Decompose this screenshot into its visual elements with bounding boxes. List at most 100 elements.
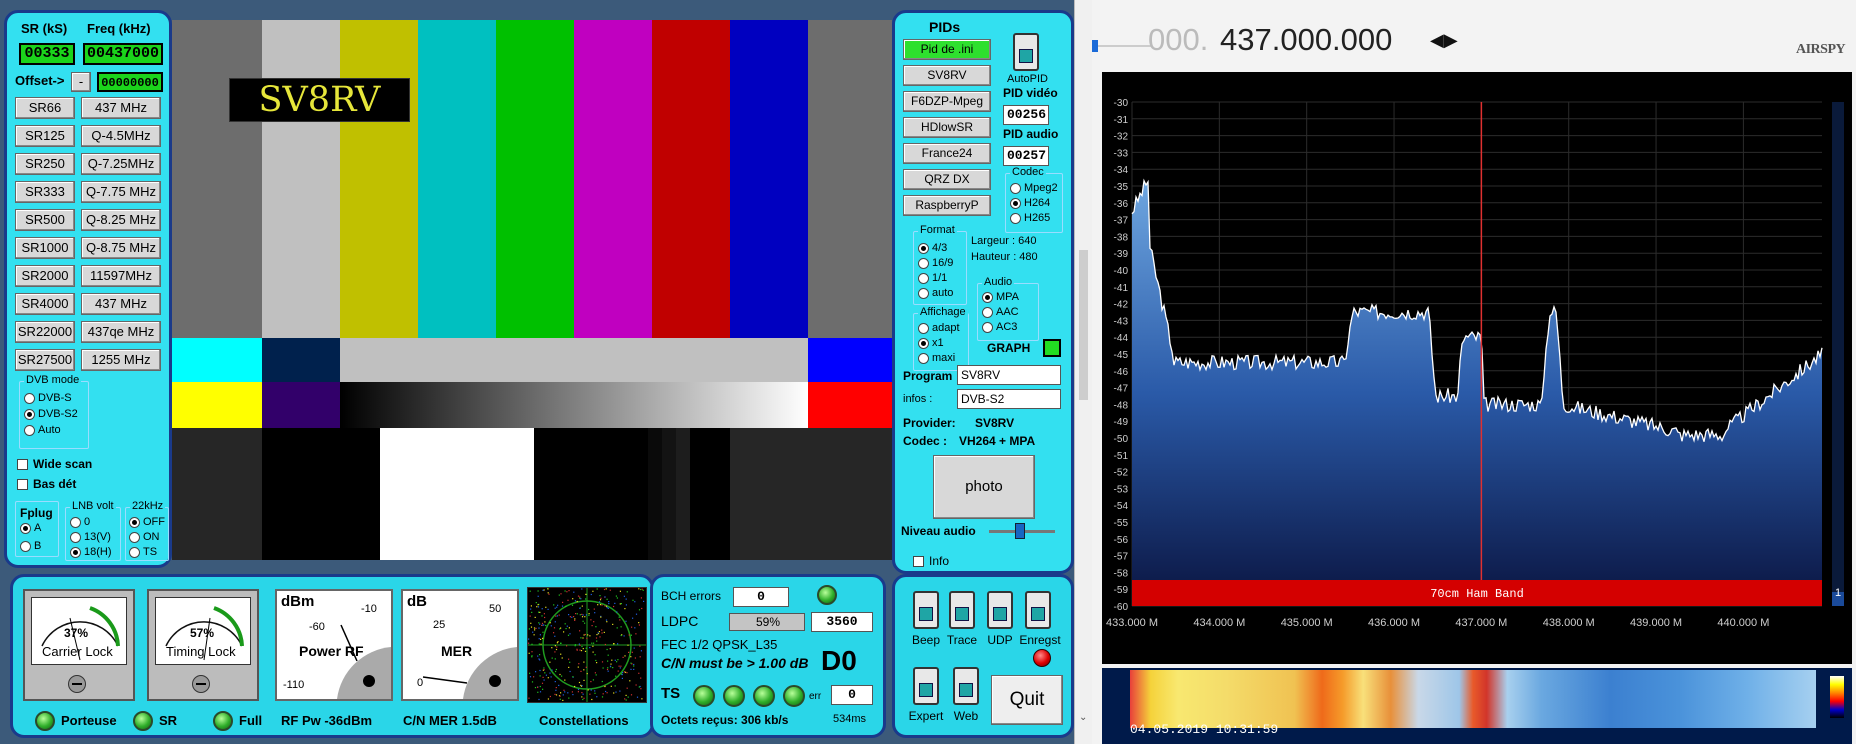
freq-preset-button[interactable]: 11597MHz [81,265,161,287]
enregst-switch[interactable] [1025,591,1051,629]
pids-title: PIDs [929,19,961,35]
radio-22khz-ts[interactable]: TS [129,546,157,558]
radio-codec-h265[interactable]: H265 [1010,212,1050,224]
scroll-down-icon[interactable]: ⌄ [1079,712,1087,723]
radio-audio-aac[interactable]: AAC [982,306,1019,318]
radio-codec-mpeg2[interactable]: Mpeg2 [1010,182,1058,194]
web-switch[interactable] [953,667,979,705]
graph-toggle[interactable] [1043,339,1061,357]
offset-value-field[interactable]: 00000000 [97,72,163,92]
info-checkbox[interactable]: Info [913,554,949,568]
quit-button[interactable]: Quit [991,675,1063,725]
radio-format-auto[interactable]: auto [918,287,953,299]
sr-preset-button[interactable]: SR125 [15,125,75,147]
radio-format-16-9[interactable]: 16/9 [918,257,953,269]
radio-audio-mpa[interactable]: MPA [982,291,1019,303]
tuner-panel: SR (kS) Freq (kHz) 00333 00437000 Offset… [4,10,172,568]
pid-preset-button[interactable]: SV8RV [903,65,991,86]
radio-dvb-auto[interactable]: Auto [24,424,61,436]
freq-preset-button[interactable]: 1255 MHz [81,349,161,371]
radio-22khz-on[interactable]: ON [129,531,160,543]
radio-affichage-maxi[interactable]: maxi [918,352,955,364]
record-led [1033,649,1051,667]
autopid-switch[interactable] [1013,33,1039,71]
photo-button[interactable]: photo [933,455,1035,519]
freq-preset-button[interactable]: 437 MHz [81,97,161,119]
pid-preset-button[interactable]: QRZ DX [903,169,991,190]
freq-preset-button[interactable]: Q-8.25 MHz [81,209,161,231]
bas-det-checkbox[interactable]: Bas dét [17,477,76,491]
sr-value-field[interactable]: 00333 [19,43,75,65]
trace-switch[interactable] [949,591,975,629]
offset-sign-button[interactable]: - [71,72,91,92]
freq-preset-button[interactable]: 437qe MHz [81,321,161,343]
y-tick-label: -43 [1114,316,1129,327]
freq-preset-button[interactable]: Q-4.5MHz [81,125,161,147]
radio-fplug-b[interactable]: B [20,540,41,552]
y-tick-label: -57 [1114,552,1129,563]
sr-preset-button[interactable]: SR2000 [15,265,75,287]
pid-preset-button[interactable]: France24 [903,143,991,164]
sr-preset-button[interactable]: SR500 [15,209,75,231]
expert-switch[interactable] [913,667,939,705]
sr-preset-button[interactable]: SR250 [15,153,75,175]
radio-dvb-s[interactable]: DVB-S [24,392,72,404]
pid-preset-button[interactable]: HDlowSR [903,117,991,138]
freq-preset-button[interactable]: Q-8.75 MHz [81,237,161,259]
timing-lock-knob[interactable] [192,675,210,693]
freq-value-field[interactable]: 00437000 [83,43,163,65]
pid-video-field[interactable]: 00256 [1003,105,1049,125]
freq-preset-button[interactable]: 437 MHz [81,293,161,315]
codec-title: Codec [1010,166,1046,178]
app-divider-scrollbar[interactable]: ⌄ [1074,0,1092,744]
pid-preset-button[interactable]: Pid de .ini [903,39,991,60]
freq-preset-button[interactable]: Q-7.25MHz [81,153,161,175]
waterfall-panel[interactable]: 04.05.2019 10:31:59 [1102,668,1852,744]
spectrum-scale-bar[interactable] [1832,102,1844,606]
pid-preset-button[interactable]: F6DZP-Mpeg [903,91,991,112]
radio-22khz-off[interactable]: OFF [129,516,165,528]
radio-dvb-s2[interactable]: DVB-S2 [24,408,78,420]
format-title: Format [918,224,957,236]
affichage-title: Affichage [918,306,968,318]
radio-affichage-adapt[interactable]: adapt [918,322,960,334]
sr-preset-button[interactable]: SR333 [15,181,75,203]
spectrum-plot[interactable]: -30 -31 -32 -33 -34 -35 -36 -37 -38 -39 -40 -41 -42 -… [1102,72,1852,664]
audio-level-slider[interactable] [1015,523,1025,539]
radio-lnb-0[interactable]: 0 [70,516,90,528]
radio-codec-h264[interactable]: H264 [1010,197,1050,209]
y-tick-label: -35 [1114,182,1129,193]
x-tick-label: 440.000 M [1717,617,1769,629]
pid-preset-button[interactable]: RaspberryP [903,195,991,216]
infos-field[interactable]: DVB-S2 [957,389,1061,409]
wide-scan-checkbox[interactable]: Wide scan [17,457,92,471]
carrier-lock-pct: 37% [64,626,89,640]
sr-preset-button[interactable]: SR66 [15,97,75,119]
porteuse-label: Porteuse [61,713,117,728]
radio-format-1-1[interactable]: 1/1 [918,272,947,284]
sr-preset-button[interactable]: SR27500 [15,349,75,371]
freq-preset-button[interactable]: Q-7.75 MHz [81,181,161,203]
program-field[interactable]: SV8RV [957,365,1061,385]
fplug-title: Fplug [20,506,53,520]
controls-panel: Beep Trace UDP Enregst Expert Web Quit [892,574,1074,738]
freq-step-arrows-icon[interactable]: ◀▶ [1430,30,1458,51]
radio-affichage-x1[interactable]: x1 [918,337,944,349]
radio-format-4-3[interactable]: 4/3 [918,242,947,254]
sr-preset-button[interactable]: SR4000 [15,293,75,315]
codec-info-value: VH264 + MPA [959,434,1036,448]
sr-preset-button[interactable]: SR1000 [15,237,75,259]
sr-preset-button[interactable]: SR22000 [15,321,75,343]
carrier-lock-knob[interactable] [68,675,86,693]
radio-lnb-13v[interactable]: 13(V) [70,531,111,543]
enregst-label: Enregst [1019,633,1061,647]
pid-audio-field[interactable]: 00257 [1003,146,1049,166]
radio-audio-ac3[interactable]: AC3 [982,321,1017,333]
x-tick-label: 434.000 M [1193,617,1245,629]
beep-switch[interactable] [913,591,939,629]
udp-switch[interactable] [987,591,1013,629]
radio-fplug-a[interactable]: A [20,522,41,534]
freq-display[interactable]: 437.000.000 [1220,22,1392,58]
radio-lnb-18h[interactable]: 18(H) [70,546,112,558]
hauteur-label: Hauteur : 480 [971,251,1038,263]
